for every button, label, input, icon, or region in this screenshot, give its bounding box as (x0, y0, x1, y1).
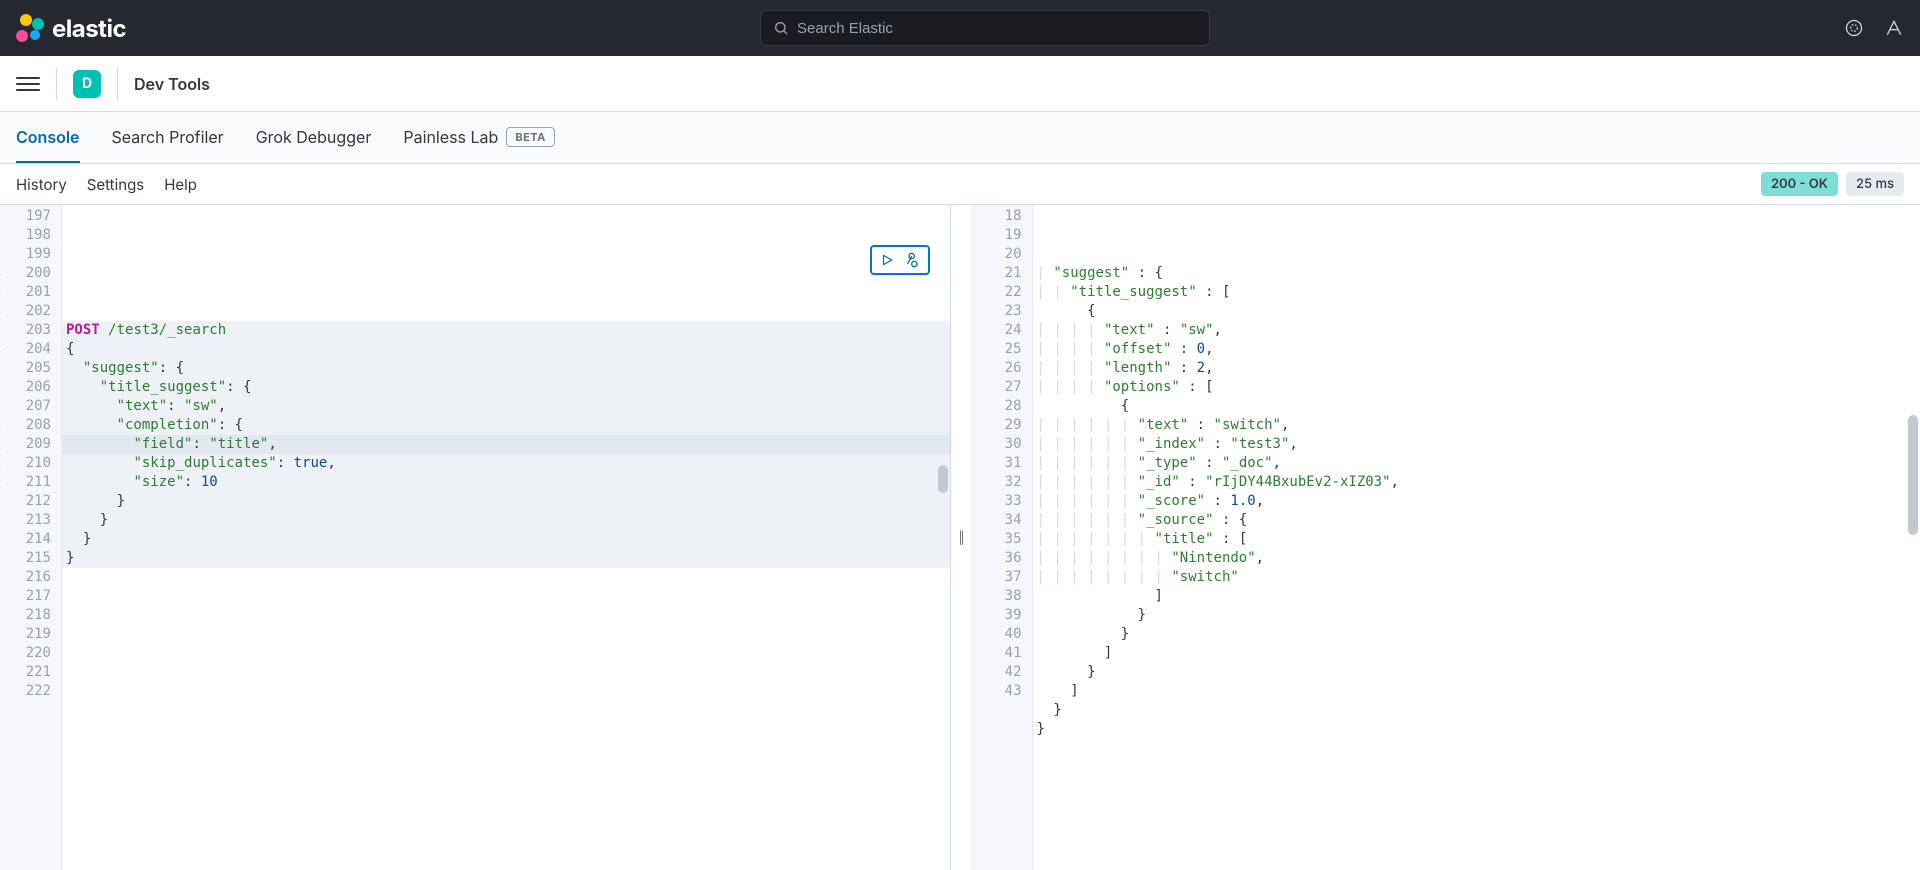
code-line[interactable] (62, 739, 950, 758)
code-line[interactable]: } (62, 492, 950, 511)
request-pane: 197198199200▾201▾202▾203204▾205206207208… (0, 205, 951, 870)
response-timing-badge: 25 ms (1846, 172, 1904, 196)
splitter-icon: || (959, 530, 963, 545)
code-line[interactable]: } (1033, 663, 1920, 682)
code-line[interactable]: | | | | "offset" : 0, (1033, 340, 1920, 359)
divider (56, 68, 57, 100)
search-input[interactable] (797, 20, 1197, 37)
code-line[interactable]: } (1033, 720, 1920, 739)
request-editor[interactable]: POST /test3/_search{ "suggest": { "title… (62, 205, 950, 870)
response-status-badge: 200 - OK (1761, 172, 1838, 196)
code-line[interactable]: { (1033, 397, 1920, 416)
tab-painless-lab[interactable]: Painless Lab BETA (403, 112, 555, 163)
request-options-button[interactable] (902, 249, 924, 271)
code-line[interactable]: "completion": { (62, 416, 950, 435)
console-toolbar: History Settings Help 200 - OK 25 ms (0, 164, 1920, 204)
console-editor-area: 197198199200▾201▾202▾203204▾205206207208… (0, 204, 1920, 870)
code-line[interactable] (62, 758, 950, 777)
space-selector[interactable]: D (73, 70, 101, 98)
code-line[interactable]: | | | | | | "_id" : "rIjDY44BxubEv2-xIZ0… (1033, 473, 1920, 492)
code-line[interactable]: | | | | | | | "title" : [ (1033, 530, 1920, 549)
response-gutter: 18▾19▾20▾21222324▾25▾262728293031▾32▾333… (971, 205, 1033, 870)
divider (117, 68, 118, 100)
code-line[interactable] (62, 568, 950, 587)
code-line[interactable]: | "suggest" : { (1033, 264, 1920, 283)
code-line[interactable]: } (1033, 606, 1920, 625)
code-line[interactable] (62, 663, 950, 682)
code-line[interactable]: | | "title_suggest" : [ (1033, 283, 1920, 302)
nav-toggle-button[interactable] (16, 72, 40, 96)
tab-search-profiler[interactable]: Search Profiler (112, 112, 224, 163)
code-line[interactable]: "text": "sw", (62, 397, 950, 416)
pane-splitter[interactable]: || (951, 205, 971, 870)
help-link[interactable]: Help (164, 175, 197, 194)
code-line[interactable]: | | | | | | "_index" : "test3", (1033, 435, 1920, 454)
tab-console[interactable]: Console (16, 112, 80, 163)
code-line[interactable]: } (62, 511, 950, 530)
code-line[interactable]: | | | | | | "_type" : "_doc", (1033, 454, 1920, 473)
code-line[interactable]: | | | | "options" : [ (1033, 378, 1920, 397)
code-line[interactable]: "field": "title", (62, 435, 950, 454)
code-line[interactable] (62, 587, 950, 606)
tab-label: Console (16, 127, 80, 147)
send-request-button[interactable] (876, 249, 898, 271)
elastic-logo[interactable]: elastic (16, 14, 126, 43)
code-line[interactable]: | | | | "length" : 2, (1033, 359, 1920, 378)
code-line[interactable]: "suggest": { (62, 359, 950, 378)
code-line[interactable]: { (1033, 302, 1920, 321)
tab-label: Painless Lab (403, 127, 498, 147)
code-line[interactable]: | | | | | | "_score" : 1.0, (1033, 492, 1920, 511)
global-header: elastic (0, 0, 1920, 56)
code-line[interactable] (1033, 739, 1920, 758)
settings-link[interactable]: Settings (87, 175, 144, 194)
code-line[interactable] (62, 606, 950, 625)
code-line[interactable]: } (1033, 625, 1920, 644)
request-gutter: 197198199200▾201▾202▾203204▾205206207208… (0, 205, 62, 870)
page-title: Dev Tools (134, 74, 210, 94)
code-line[interactable]: "skip_duplicates": true, (62, 454, 950, 473)
global-search[interactable] (760, 10, 1210, 46)
response-viewer[interactable]: | "suggest" : {| | "title_suggest" : [ {… (1033, 205, 1920, 870)
tab-label: Search Profiler (112, 127, 224, 147)
scrollbar-thumb[interactable] (1908, 415, 1918, 535)
code-line[interactable] (62, 701, 950, 720)
history-link[interactable]: History (16, 175, 67, 194)
code-line[interactable]: } (62, 549, 950, 568)
code-line[interactable] (62, 682, 950, 701)
code-line[interactable] (62, 644, 950, 663)
code-line[interactable]: | | | | "text" : "sw", (1033, 321, 1920, 340)
tab-grok-debugger[interactable]: Grok Debugger (256, 112, 372, 163)
code-line[interactable]: ] (1033, 644, 1920, 663)
code-line[interactable] (62, 625, 950, 644)
code-line[interactable]: ] (1033, 587, 1920, 606)
elastic-logo-icon (16, 14, 44, 42)
code-line[interactable]: ] (1033, 682, 1920, 701)
beta-badge: BETA (506, 127, 555, 147)
code-line[interactable] (62, 283, 950, 302)
code-line[interactable] (62, 302, 950, 321)
response-pane: 18▾19▾20▾21222324▾25▾262728293031▾32▾333… (971, 205, 1920, 870)
code-line[interactable]: | | | | | | | | "Nintendo", (1033, 549, 1920, 568)
devtools-tabs: Console Search Profiler Grok Debugger Painl… (0, 112, 1920, 164)
code-line[interactable]: | | | | | | "_source" : { (1033, 511, 1920, 530)
request-actions (870, 245, 930, 275)
scrollbar-thumb[interactable] (938, 465, 948, 493)
brand-text: elastic (52, 14, 126, 43)
code-line[interactable]: | | | | | | | | "switch" (1033, 568, 1920, 587)
tab-label: Grok Debugger (256, 127, 372, 147)
code-line[interactable]: | | | | | | "text" : "switch", (1033, 416, 1920, 435)
code-line[interactable]: } (1033, 701, 1920, 720)
help-icon[interactable] (1884, 18, 1904, 38)
code-line[interactable]: } (62, 530, 950, 549)
code-line[interactable]: "size": 10 (62, 473, 950, 492)
app-header: D Dev Tools (0, 56, 1920, 112)
newsfeed-icon[interactable] (1844, 18, 1864, 38)
code-line[interactable]: POST /test3/_search (62, 321, 950, 340)
search-icon (773, 20, 789, 36)
code-line[interactable] (62, 720, 950, 739)
code-line[interactable]: { (62, 340, 950, 359)
code-line[interactable]: "title_suggest": { (62, 378, 950, 397)
